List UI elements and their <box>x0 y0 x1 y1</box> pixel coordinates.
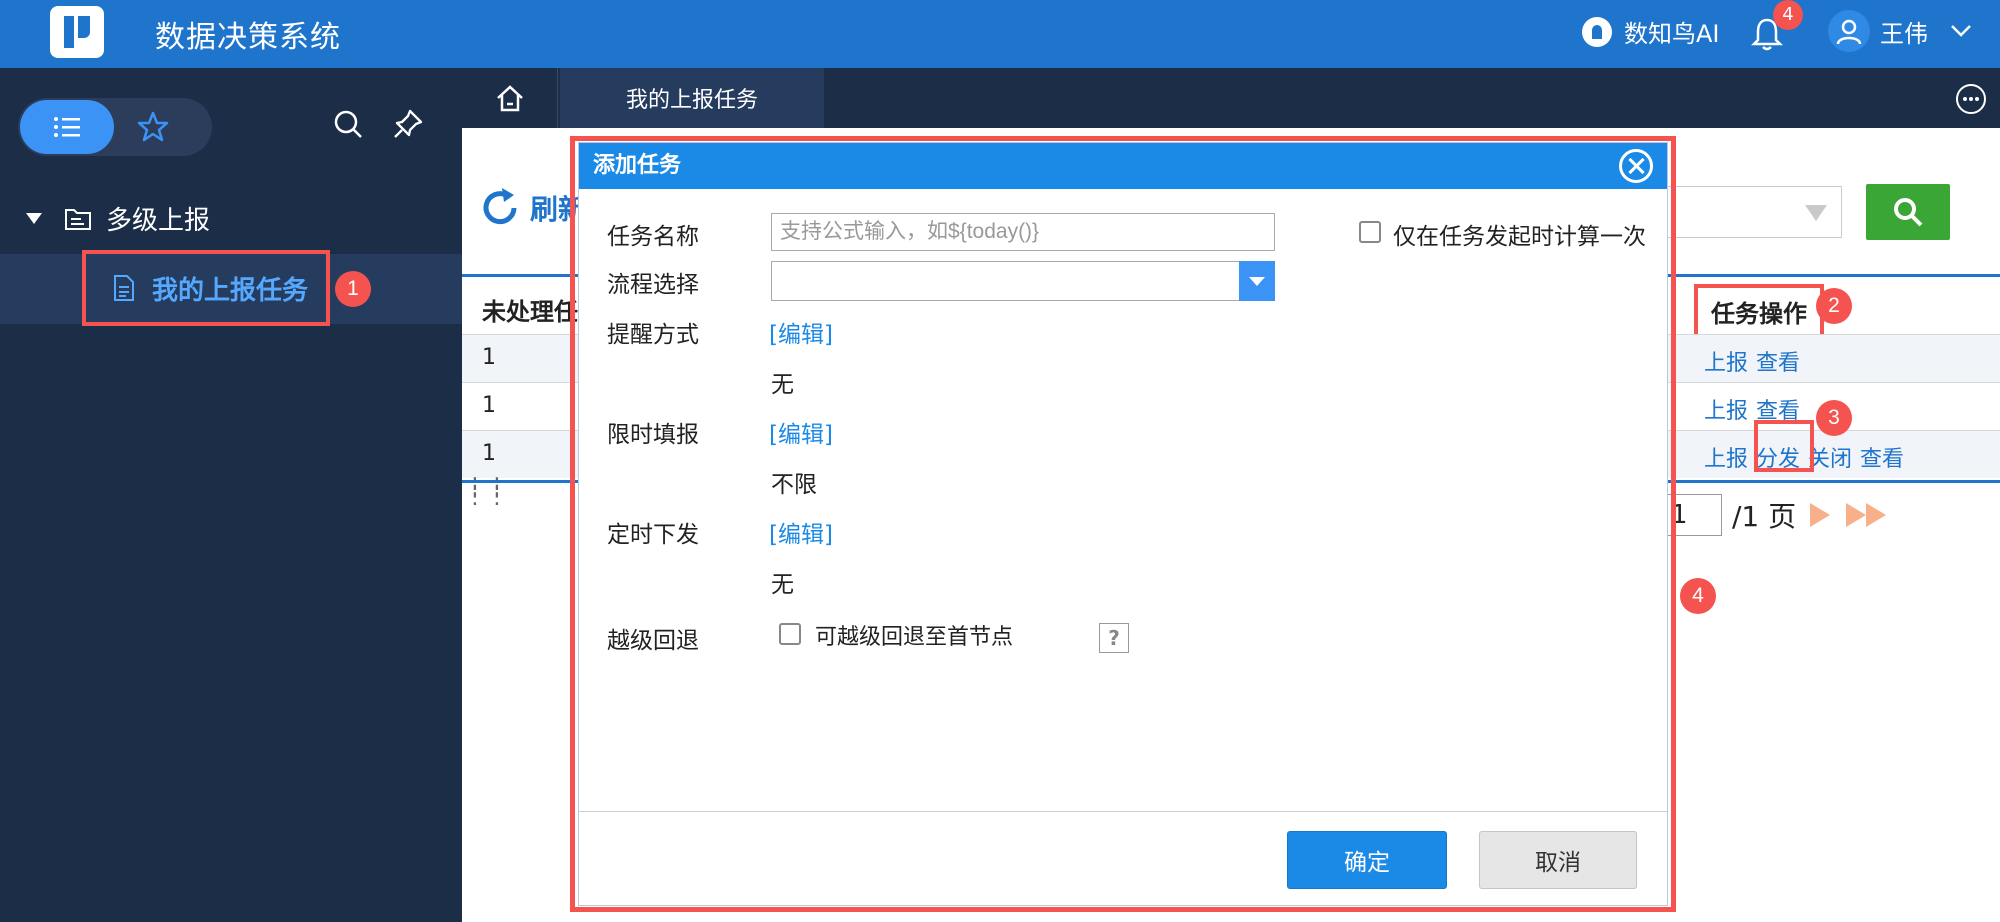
sidebar-item-highlight: 我的上报任务 <box>82 250 330 326</box>
add-task-dialog: 添加任务 任务名称 支持公式输入，如${today()} 仅在任务发起时计算一次… <box>578 142 1668 906</box>
home-icon <box>496 85 523 112</box>
search-icon <box>334 110 362 138</box>
resize-handle-icon[interactable]: ⋮⋮ ⋮⋮ <box>464 476 508 508</box>
list-view-button[interactable] <box>20 100 114 154</box>
confirm-button[interactable]: 确定 <box>1287 831 1447 889</box>
app-logo[interactable] <box>50 6 104 58</box>
list-icon <box>54 117 80 137</box>
star-icon <box>137 111 169 142</box>
sidebar-item-label: 我的上报任务 <box>152 275 309 306</box>
row-number: 1 <box>482 345 496 370</box>
rollback-option-label: 可越级回退至首节点 <box>815 625 1014 650</box>
remind-value: 无 <box>771 372 794 398</box>
user-icon <box>1836 19 1862 45</box>
task-name-label: 任务名称 <box>607 224 699 250</box>
refresh-icon <box>483 188 517 225</box>
chevron-down-icon <box>1951 25 1971 37</box>
app-title: 数据决策系统 <box>155 20 341 55</box>
close-icon[interactable] <box>1619 149 1653 183</box>
folder-icon <box>65 208 91 230</box>
time-limit-edit-link[interactable]: [编辑] <box>769 415 833 449</box>
sidebar-search-button[interactable] <box>332 108 364 144</box>
search-button[interactable] <box>1866 184 1950 240</box>
page-total-label: /1 页 <box>1732 500 1797 533</box>
avatar <box>1828 10 1870 52</box>
remind-label: 提醒方式 <box>607 322 699 348</box>
sidebar-view-toggle <box>18 98 212 156</box>
dialog-footer-divider <box>579 811 1667 812</box>
dot <box>1963 97 1967 101</box>
annotation-badge-4: 4 <box>1680 578 1716 614</box>
annotation-badge-1: 1 <box>335 271 371 307</box>
sidebar-pin-button[interactable] <box>392 108 424 144</box>
sidebar: 多级上报 我的上报任务 <box>0 68 462 922</box>
remind-edit-link[interactable]: [编辑] <box>769 315 833 349</box>
calc-once-checkbox[interactable] <box>1359 221 1381 243</box>
distribute-highlight <box>1754 420 1814 472</box>
view-link[interactable]: 查看 <box>1860 441 1904 473</box>
report-link[interactable]: 上报 <box>1704 441 1748 473</box>
favorites-button[interactable] <box>136 110 170 144</box>
rollback-checkbox[interactable] <box>779 623 801 645</box>
annotation-badge-3: 3 <box>1816 400 1852 436</box>
flow-select[interactable] <box>771 261 1275 301</box>
ai-assistant-button[interactable]: 数知鸟AI <box>1582 14 1720 49</box>
schedule-edit-link[interactable]: [编辑] <box>769 515 833 549</box>
time-limit-label: 限时填报 <box>607 422 699 448</box>
tree-folder-multilevel[interactable]: 多级上报 <box>26 200 210 237</box>
flow-select-label: 流程选择 <box>607 272 699 298</box>
row-actions: 上报 查看 <box>1704 345 1800 377</box>
row-number: 1 <box>482 393 496 418</box>
user-name: 王伟 <box>1880 19 1928 48</box>
annotation-badge-2: 2 <box>1816 288 1852 324</box>
pin-icon <box>394 109 423 138</box>
sidebar-item-my-report-tasks[interactable]: 我的上报任务 <box>0 250 462 326</box>
more-options-button[interactable] <box>1956 84 1986 114</box>
tab-my-report-tasks[interactable]: 我的上报任务 <box>560 68 824 128</box>
help-icon[interactable]: ? <box>1099 623 1129 653</box>
report-link[interactable]: 上报 <box>1704 393 1748 425</box>
report-link[interactable]: 上报 <box>1704 345 1748 377</box>
column-header-task-ops: 任务操作 <box>1694 284 1824 338</box>
view-link[interactable]: 查看 <box>1756 345 1800 377</box>
column-header-pending: 未处理任 <box>482 298 578 326</box>
dialog-title: 添加任务 <box>579 143 1667 189</box>
row-number: 1 <box>482 441 496 466</box>
ai-label: 数知鸟AI <box>1624 20 1720 48</box>
close-link[interactable]: 关闭 <box>1808 441 1852 473</box>
cancel-button[interactable]: 取消 <box>1479 831 1637 889</box>
document-icon <box>114 275 134 301</box>
dot <box>1975 97 1979 101</box>
pager: 1 /1 页 <box>1662 494 1890 536</box>
rollback-label: 越级回退 <box>607 628 699 654</box>
top-bar: 数据决策系统 数知鸟AI 4 王伟 <box>0 0 2000 68</box>
time-limit-value: 不限 <box>771 472 817 498</box>
tab-bar: 我的上报任务 <box>462 68 2000 128</box>
caret-down-icon <box>26 213 42 224</box>
task-name-input[interactable]: 支持公式输入，如${today()} <box>771 213 1275 251</box>
dot <box>1969 97 1973 101</box>
calc-once-label: 仅在任务发起时计算一次 <box>1393 224 1646 250</box>
next-page-icon[interactable] <box>1806 500 1834 530</box>
chevron-down-icon <box>1239 261 1275 301</box>
user-menu[interactable]: 王伟 <box>1828 10 1972 52</box>
schedule-label: 定时下发 <box>607 522 699 548</box>
tree-folder-label: 多级上报 <box>106 206 211 236</box>
ai-icon <box>1582 16 1612 47</box>
last-page-icon[interactable] <box>1844 500 1890 530</box>
notification-badge: 4 <box>1773 0 1803 30</box>
tab-home[interactable] <box>462 68 558 128</box>
schedule-value: 无 <box>771 572 794 598</box>
search-icon <box>1894 198 1923 227</box>
